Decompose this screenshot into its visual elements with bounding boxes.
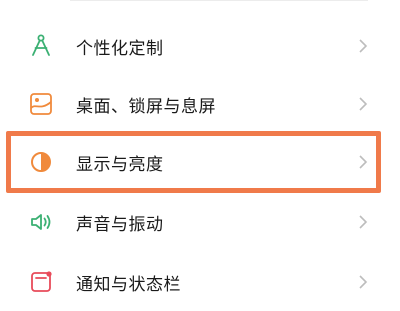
settings-item-label: 显示与亮度	[76, 154, 164, 175]
top-divider	[70, 0, 368, 1]
chevron-right-icon	[356, 36, 370, 56]
compass-icon	[26, 31, 56, 61]
brightness-icon	[26, 147, 56, 177]
settings-item-sound-vibration[interactable]: 声音与振动	[0, 193, 400, 251]
chevron-right-icon	[356, 272, 370, 292]
speaker-icon	[26, 207, 56, 237]
settings-item-label: 桌面、锁屏与息屏	[76, 96, 216, 117]
settings-item-display-brightness[interactable]: 显示与亮度	[0, 133, 400, 191]
chevron-right-icon	[356, 152, 370, 172]
settings-item-label: 个性化定制	[76, 38, 164, 59]
settings-item-label: 声音与振动	[76, 214, 164, 235]
settings-item-desktop-lockscreen[interactable]: 桌面、锁屏与息屏	[0, 75, 400, 133]
chevron-right-icon	[356, 94, 370, 114]
settings-item-personalization[interactable]: 个性化定制	[0, 17, 400, 75]
settings-item-notifications-statusbar[interactable]: 通知与状态栏	[0, 253, 400, 311]
wallpaper-icon	[26, 89, 56, 119]
chevron-right-icon	[356, 212, 370, 232]
notification-icon	[26, 267, 56, 297]
settings-item-label: 通知与状态栏	[76, 274, 181, 295]
